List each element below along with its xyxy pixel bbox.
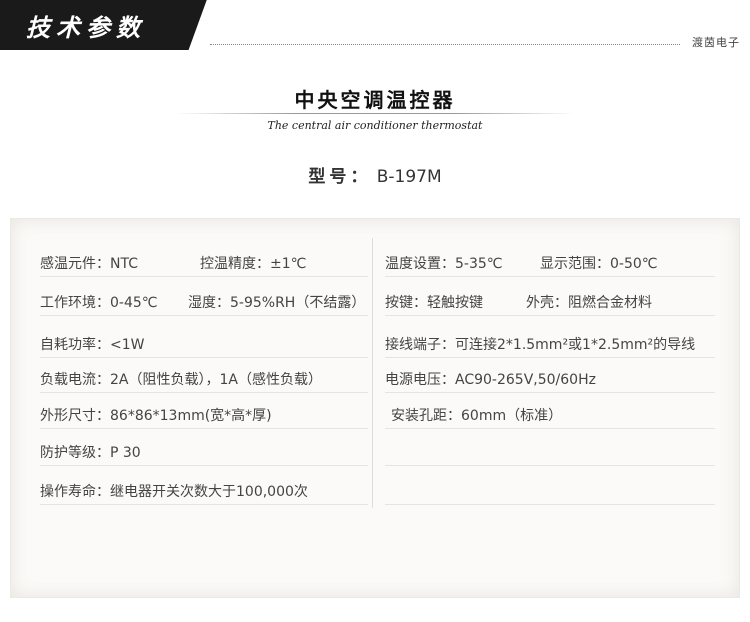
brand-name: 渡茵电子 [692, 36, 740, 49]
spec-item: 外形尺寸：86*86*13mm(宽*高*厚) [40, 408, 272, 424]
spec-item: 工作环境：0-45℃ [40, 295, 158, 311]
spec-row: 操作寿命：继电器开关次数大于100,000次 [40, 479, 368, 505]
spec-item: 感温元件：NTC [40, 256, 138, 272]
product-subtitle: The central air conditioner thermostat [267, 119, 483, 132]
spec-item: 按键：轻触按键 [385, 295, 483, 311]
spec-item: 防护等级：P 30 [40, 445, 141, 461]
spec-item: 自耗功率：<1W [40, 337, 145, 353]
spec-item: 负载电流：2A（阻性负载），1A（感性负载） [40, 372, 322, 388]
spec-row-empty [385, 440, 715, 466]
spec-item: 安装孔距：60mm（标准） [391, 408, 563, 424]
spec-row: 防护等级：P 30 [40, 440, 368, 466]
model-line: 型号： B-197M [0, 162, 750, 187]
spec-row: 电源电压：AC90-265V,50/60Hz [385, 367, 715, 393]
spec-column-divider [372, 238, 373, 508]
spec-row: 温度设置：5-35℃ 显示范围：0-50℃ [385, 251, 715, 277]
title-rule [175, 113, 575, 114]
spec-row: 按键：轻触按键 外壳：阻燃合金材料 [385, 290, 715, 316]
header-dotted-line [210, 44, 680, 45]
spec-item: 操作寿命：继电器开关次数大于100,000次 [40, 484, 308, 500]
product-title: 中央空调温控器 [294, 88, 456, 112]
spec-item: 控温精度：±1℃ [200, 256, 307, 272]
spec-row-empty [385, 479, 715, 505]
spec-item: 温度设置：5-35℃ [385, 256, 503, 272]
spec-row: 感温元件：NTC 控温精度：±1℃ [40, 251, 368, 277]
spec-row: 负载电流：2A（阻性负载），1A（感性负载） [40, 367, 368, 393]
spec-row: 安装孔距：60mm（标准） [385, 403, 715, 429]
spec-item: 湿度：5-95%RH（不结露） [188, 295, 366, 311]
model-value: B-197M [376, 167, 442, 187]
header-banner-right [205, 0, 750, 50]
spec-item: 外壳：阻燃合金材料 [526, 295, 652, 311]
spec-row: 工作环境：0-45℃ 湿度：5-95%RH（不结露） [40, 290, 368, 316]
spec-item: 显示范围：0-50℃ [540, 256, 658, 272]
model-label: 型号： [308, 167, 372, 187]
banner-slash-decoration [183, 0, 217, 50]
spec-item: 接线端子：可连接2*1.5mm²或1*2.5mm²的导线 [385, 337, 696, 353]
section-title: 技术参数 [26, 13, 146, 42]
spec-row: 外形尺寸：86*86*13mm(宽*高*厚) [40, 403, 368, 429]
spec-item: 电源电压：AC90-265V,50/60Hz [385, 372, 596, 388]
spec-row: 接线端子：可连接2*1.5mm²或1*2.5mm²的导线 [385, 332, 715, 358]
spec-row: 自耗功率：<1W [40, 332, 368, 358]
